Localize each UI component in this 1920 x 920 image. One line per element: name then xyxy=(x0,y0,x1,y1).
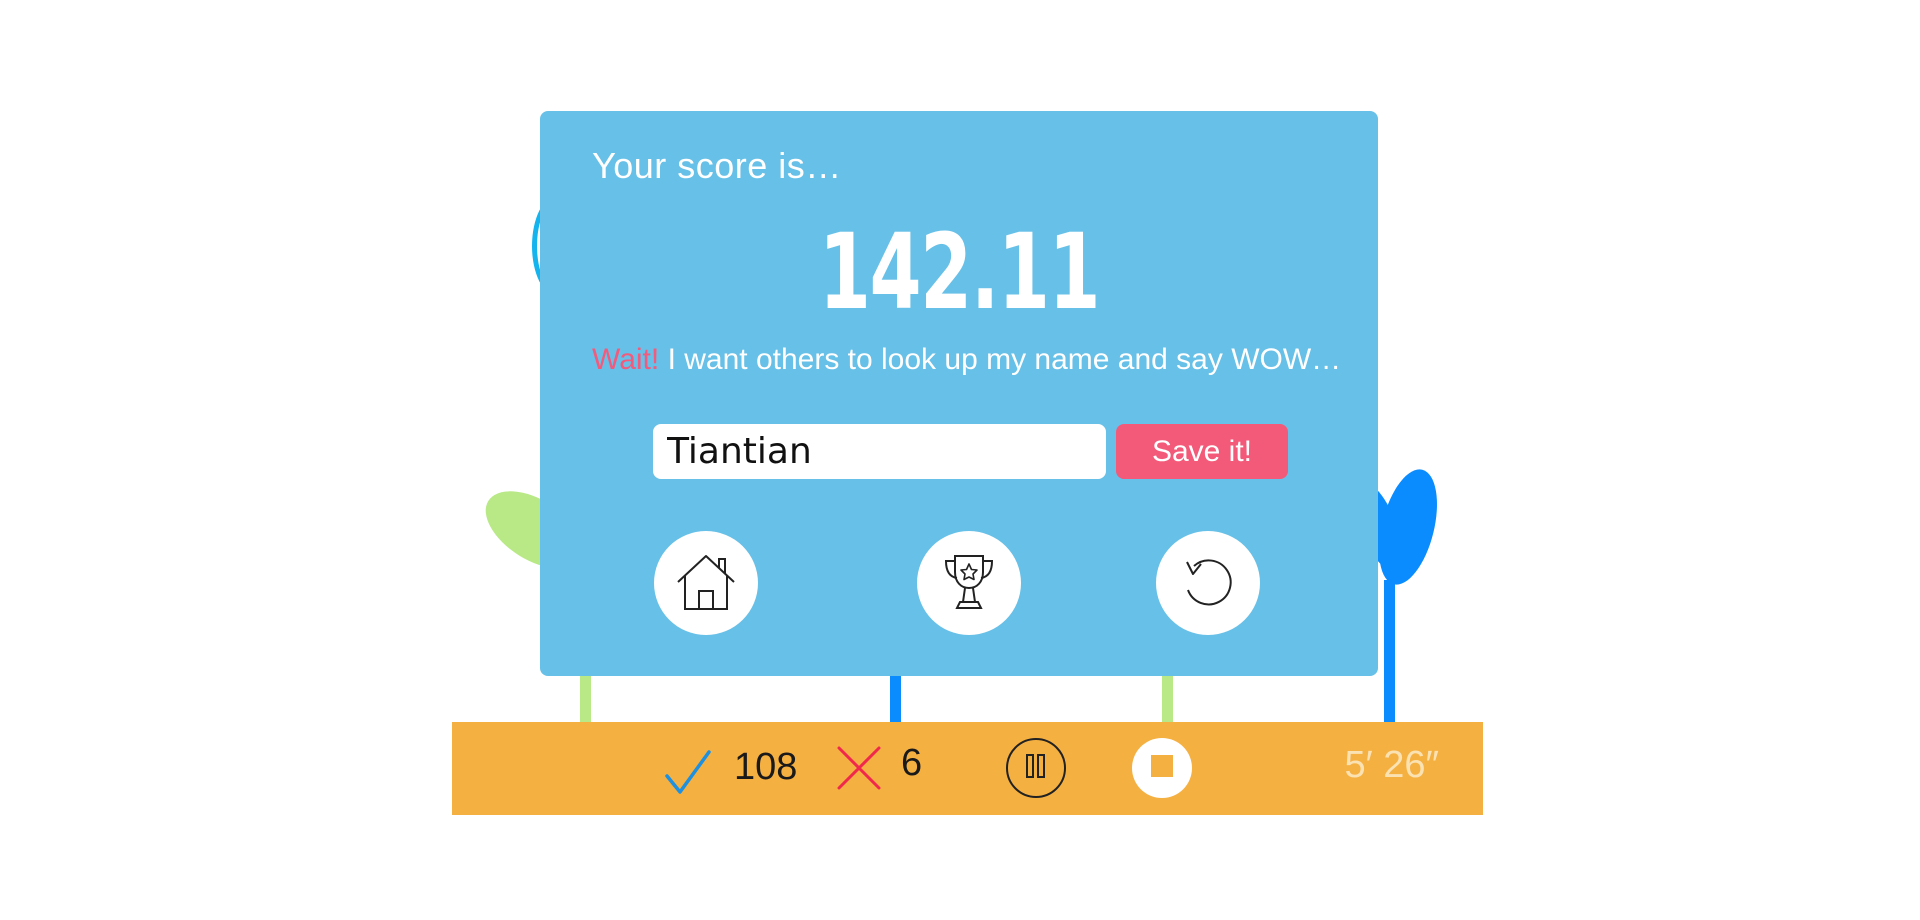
wrong-count: 6 xyxy=(901,742,923,784)
prompt-highlight: Wait! xyxy=(592,343,660,376)
game-scene: 108 6 5′ 26″ Your score is… 142.11 Wait!… xyxy=(0,0,1920,920)
player-name-input[interactable] xyxy=(653,424,1106,479)
stop-button[interactable] xyxy=(1132,738,1192,798)
score-dialog: Your score is… 142.11 Wait! I want other… xyxy=(540,111,1378,676)
status-bar: 108 6 5′ 26″ xyxy=(452,722,1483,815)
save-button[interactable]: Save it! xyxy=(1116,424,1288,479)
home-button[interactable] xyxy=(654,531,758,635)
plant-stem-blue xyxy=(1384,580,1395,725)
stop-icon xyxy=(1150,754,1174,783)
score-heading: Your score is… xyxy=(592,145,842,186)
leaderboard-button[interactable] xyxy=(917,531,1021,635)
replay-button[interactable] xyxy=(1156,531,1260,635)
replay-icon xyxy=(1178,552,1238,615)
cross-icon xyxy=(835,744,883,797)
game-timer: 5′ 26″ xyxy=(1344,744,1439,786)
pause-icon xyxy=(1024,753,1048,784)
check-icon xyxy=(664,748,712,801)
home-icon xyxy=(674,552,738,615)
trophy-icon xyxy=(941,552,997,615)
prompt-text: I want others to look up my name and say… xyxy=(659,343,1342,376)
pause-button[interactable] xyxy=(1006,738,1066,798)
save-name-prompt: Wait! I want others to look up my name a… xyxy=(592,343,1341,377)
score-value: 142.11 xyxy=(818,211,1101,333)
correct-count: 108 xyxy=(734,746,798,788)
